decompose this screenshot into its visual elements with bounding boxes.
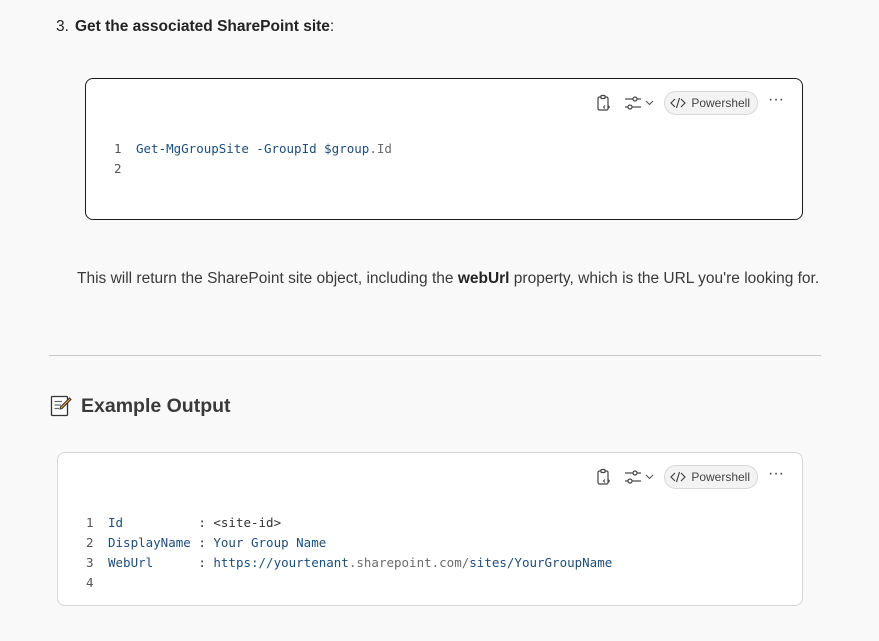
language-label: Powershell [691,96,751,110]
clipboard-code-icon [597,94,611,111]
more-options-button[interactable]: ··· [768,92,784,111]
explanation-paragraph: This will return the SharePoint site obj… [77,265,837,293]
divider [49,355,821,356]
chevron-down-icon [645,100,654,106]
code-content: 1 Id : <site-id> 2 DisplayName : Your Grou… [86,513,612,593]
code-parameter: -GroupId [248,141,325,156]
code-content: 1 Get-MgGroupSite -GroupId $group .Id 2 [114,139,392,179]
code-block-output: Powershell ··· 1 Id : <site-id> 2 DisplayN… [57,452,803,606]
line-number: 1 [114,141,122,156]
paragraph-bold: webUrl [457,270,510,287]
section-heading: Example Output [49,394,231,418]
language-label: Powershell [691,470,751,484]
code-line: 1 Id : <site-id> [86,513,612,533]
sliders-icon [625,96,642,110]
code-line: 3 WebUrl : https://yourtenant .sharepoint.… [86,553,612,573]
code-toolbar: Powershell ··· [594,91,784,115]
output-separator: : [198,515,214,530]
copy-code-button[interactable] [594,93,614,113]
settings-dropdown[interactable] [624,95,654,111]
paragraph-text: property, which is the URL you're lookin… [509,270,820,287]
step-number: 3. [56,18,69,35]
output-key: DisplayName [108,535,199,550]
line-number: 2 [86,535,94,550]
code-property: .Id [369,141,392,156]
output-url-part: sites/YourGroupName [469,555,613,570]
step-title: Get the associated SharePoint site [74,18,330,35]
code-line: 4 [86,573,612,593]
step-item: 3. Get the associated SharePoint site: [56,18,334,36]
output-url-part: .sharepoint.com/ [348,555,470,570]
memo-icon [50,395,72,417]
output-separator: : [198,535,214,550]
line-number: 2 [114,161,122,176]
language-pill[interactable]: Powershell [664,465,759,489]
output-value: <site-id> [213,515,282,530]
code-toolbar: Powershell ··· [594,465,784,489]
sliders-icon [625,470,642,484]
output-value: Your Group Name [213,535,327,550]
code-command: Get-MgGroupSite [136,141,249,156]
language-pill[interactable]: Powershell [664,91,759,115]
code-variable: $group [324,141,370,156]
paragraph-text: This will return the SharePoint site obj… [77,270,458,287]
code-block: Powershell ··· 1 Get-MgGroupSite -GroupId… [85,78,803,220]
copy-code-button[interactable] [594,467,614,487]
code-line: 2 DisplayName : Your Group Name [86,533,612,553]
settings-dropdown[interactable] [624,469,654,485]
clipboard-code-icon [597,468,611,485]
line-number: 1 [86,515,94,530]
line-number: 3 [86,555,94,570]
output-separator: : [198,555,214,570]
code-line: 2 [114,159,392,179]
code-icon [670,471,687,483]
output-url-part: https://yourtenant [213,555,349,570]
section-title: Example Output [81,394,231,417]
line-number: 4 [86,575,94,590]
output-key: Id [108,515,199,530]
code-icon [670,97,687,109]
step-suffix: : [329,18,335,35]
more-options-button[interactable]: ··· [768,466,784,485]
code-line: 1 Get-MgGroupSite -GroupId $group .Id [114,139,392,159]
output-key: WebUrl [108,555,199,570]
chevron-down-icon [645,474,654,480]
